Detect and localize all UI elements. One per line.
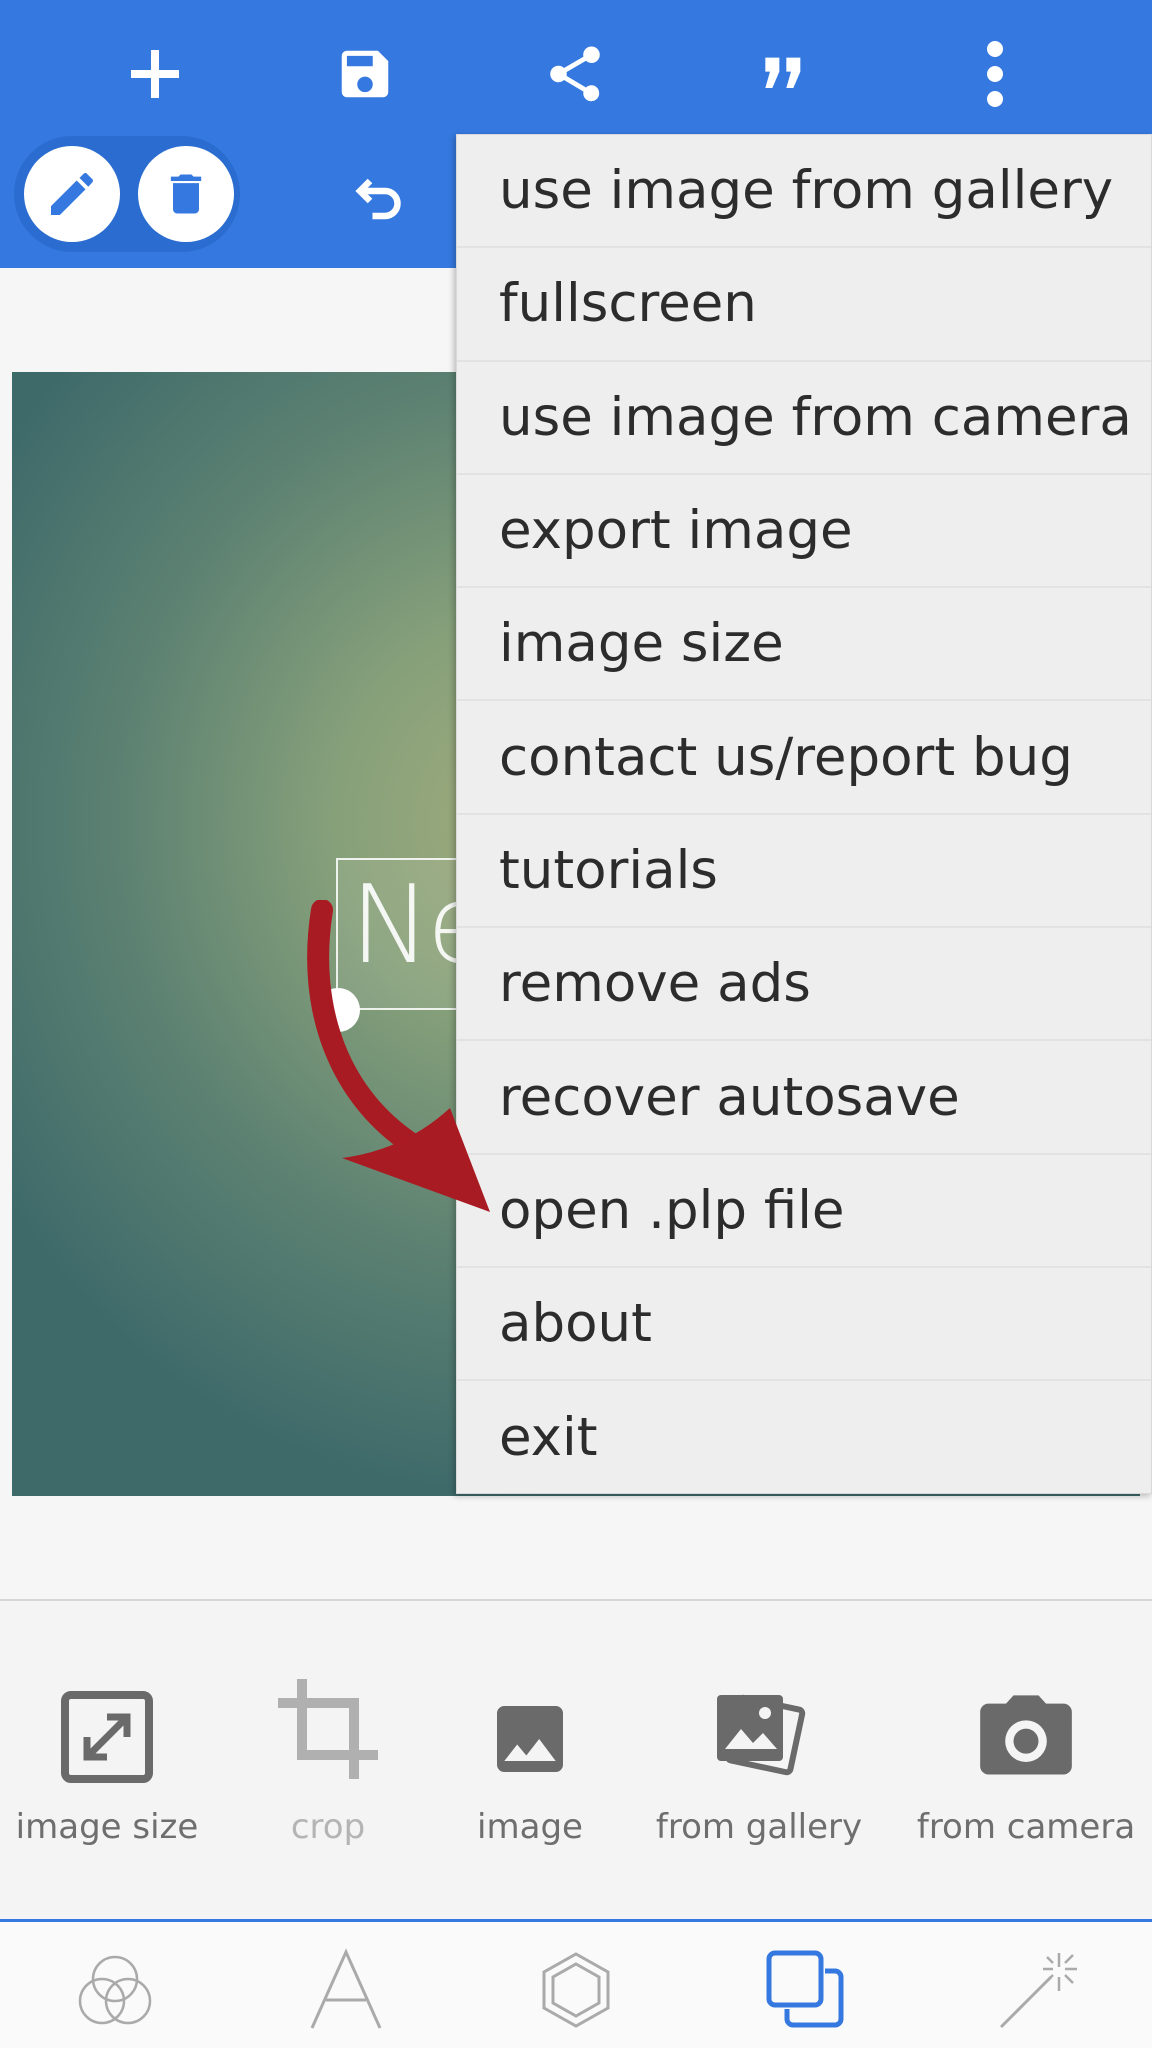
menu-item-open-plp-file[interactable]: open .plp file [457,1155,1151,1268]
menu-item-use-image-from-camera[interactable]: use image from camera [457,362,1151,475]
menu-item-contact-us-report-bug[interactable]: contact us/report bug [457,701,1151,815]
tool-label: from camera [916,1807,1136,1847]
tool-image[interactable]: image [430,1601,630,1919]
menu-item-image-size[interactable]: image size [457,588,1151,702]
more-vert-icon[interactable] [945,24,1045,124]
edit-mode-group [14,136,240,252]
tool-crop[interactable]: crop [228,1601,428,1919]
undo-icon[interactable] [330,146,430,246]
gallery-icon [717,1694,806,1776]
image-icon [497,1706,563,1772]
pencil-icon[interactable] [24,146,120,242]
tool-label: image [477,1807,583,1847]
quote-icon[interactable] [734,24,834,124]
menu-item-use-image-from-gallery[interactable]: use image from gallery [457,135,1151,249]
trash-icon[interactable] [138,146,234,242]
menu-item-about[interactable]: about [457,1268,1151,1382]
annotation-arrow-icon [307,900,490,1212]
menu-item-export-image[interactable]: export image [457,475,1151,589]
save-icon[interactable] [315,24,415,124]
tool-label: crop [290,1807,366,1847]
hexagon-icon[interactable] [526,1940,626,2040]
magic-wand-icon[interactable] [988,1940,1088,2040]
menu-item-tutorials[interactable]: tutorials [457,815,1151,929]
tool-panel: image size crop image from gallery from … [0,1601,1152,1919]
resize-icon [61,1691,153,1783]
bottom-navigation [0,1922,1152,2048]
menu-item-recover-autosave[interactable]: recover autosave [457,1041,1151,1155]
tool-from-gallery[interactable]: from gallery [655,1601,863,1919]
crop-icon [278,1679,378,1779]
share-icon[interactable] [525,24,625,124]
tool-label: from gallery [655,1807,863,1847]
menu-item-remove-ads[interactable]: remove ads [457,928,1151,1042]
text-icon[interactable] [296,1940,396,2040]
overflow-menu: use image from gallery fullscreen use imag… [456,134,1152,1494]
layers-icon[interactable] [756,1940,856,2040]
plus-icon[interactable] [105,24,205,124]
camera-icon [980,1695,1072,1775]
circles-icon[interactable] [65,1940,165,2040]
tool-image-size[interactable]: image size [7,1601,207,1919]
menu-item-exit[interactable]: exit [457,1381,1151,1494]
tool-from-camera[interactable]: from camera [917,1601,1135,1919]
menu-item-fullscreen[interactable]: fullscreen [457,248,1151,362]
tool-label: image size [15,1807,199,1847]
